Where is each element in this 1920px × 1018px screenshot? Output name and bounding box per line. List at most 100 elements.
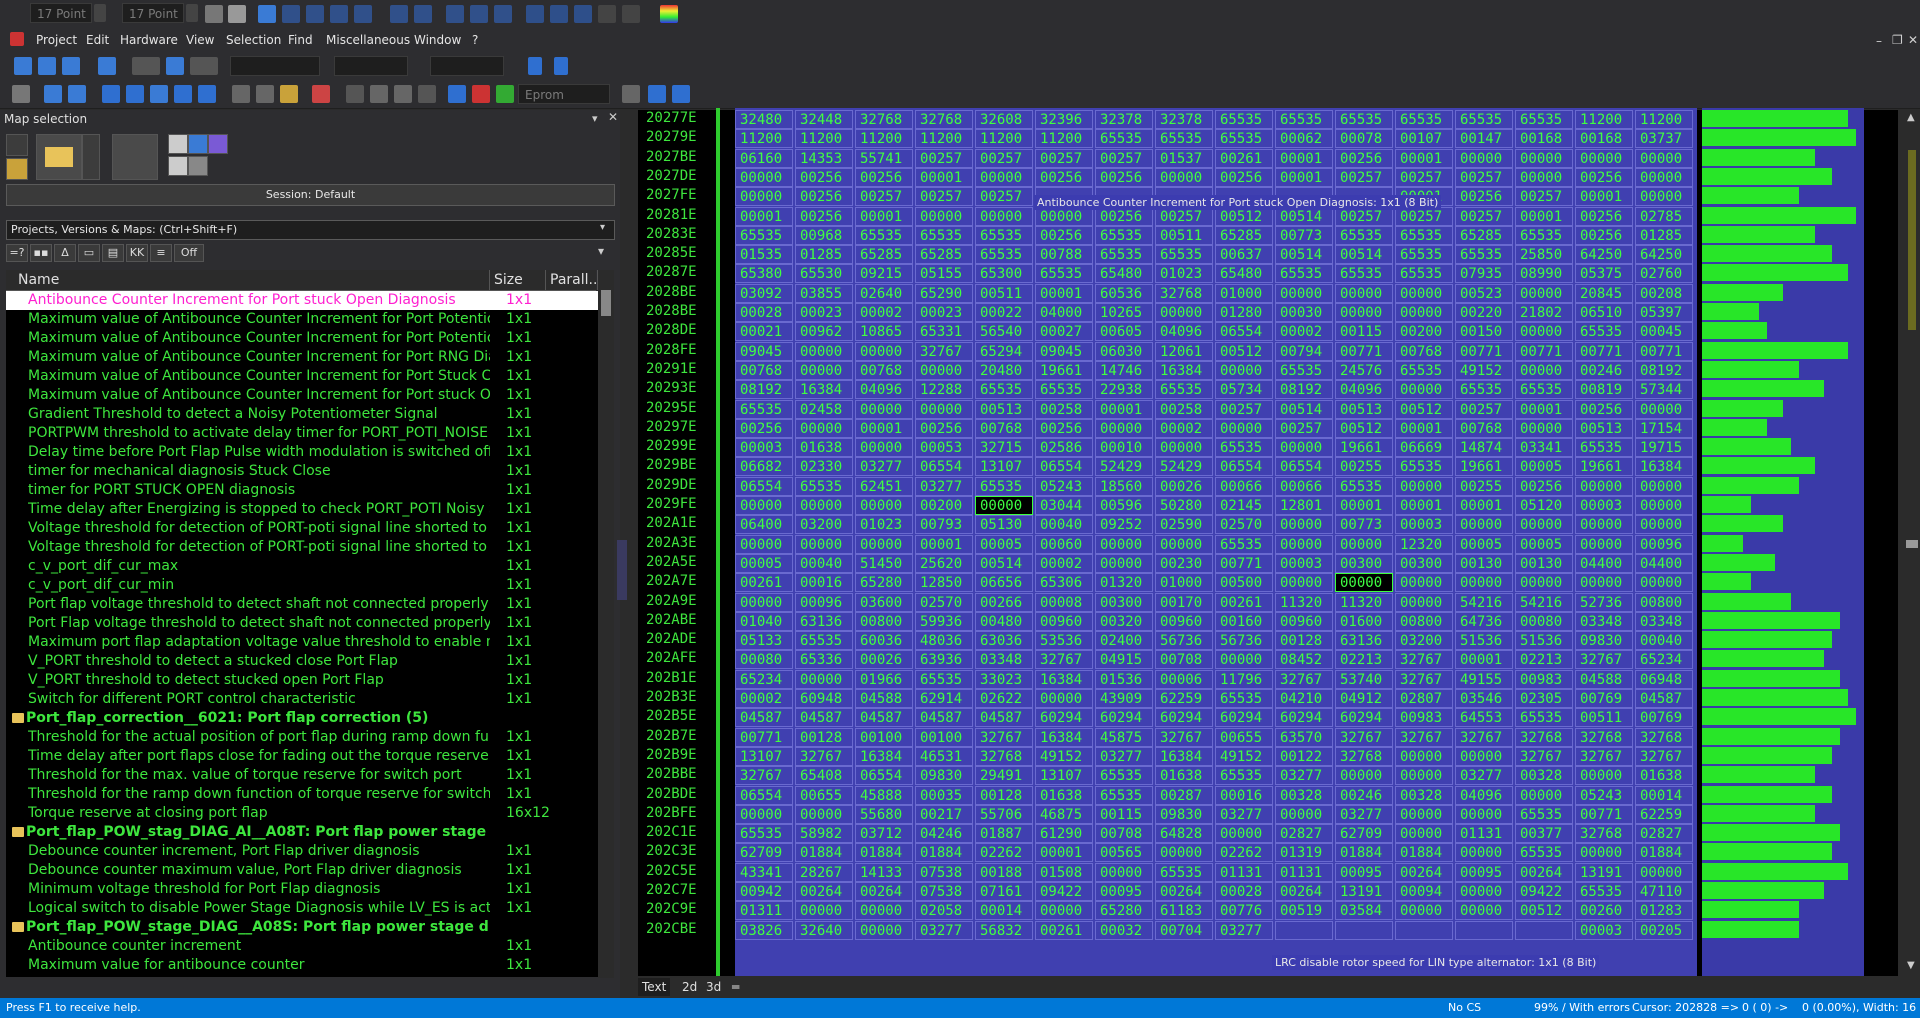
hex-cell[interactable]: 00000: [855, 438, 913, 458]
hex-cell[interactable]: 00005: [1455, 534, 1513, 554]
menu-help[interactable]: ?: [472, 30, 478, 50]
hex-cell[interactable]: 00800: [855, 611, 913, 631]
hex-cell[interactable]: 65535: [1215, 534, 1273, 554]
hex-cell[interactable]: 00255: [1455, 476, 1513, 496]
hex-cell[interactable]: 65535: [1155, 862, 1213, 882]
hex-cell[interactable]: 00256: [795, 167, 853, 187]
hex-cell[interactable]: [1455, 920, 1513, 940]
hex-cell[interactable]: 00001: [1095, 399, 1153, 419]
hex-cell[interactable]: 04210: [1275, 689, 1333, 708]
menu-view[interactable]: View: [186, 30, 214, 50]
chevron-down-icon[interactable]: ▾: [600, 222, 605, 233]
hex-cell[interactable]: 00000: [1635, 476, 1693, 496]
hex-cell[interactable]: 00200: [915, 496, 973, 515]
hex-cell[interactable]: 65234: [735, 669, 793, 689]
hex-cell[interactable]: 01320: [1095, 573, 1153, 593]
map-row[interactable]: Maximum value of Antibounce Counter Incr…: [6, 367, 598, 386]
hex-cell[interactable]: 03277: [915, 476, 973, 496]
hex-cell[interactable]: 00771: [1575, 341, 1633, 361]
hex-cell[interactable]: 00130: [1515, 553, 1573, 573]
map-group[interactable]: Port_flap_POW_stage_DIAG__A08S: Port fla…: [6, 918, 598, 937]
hex-cell[interactable]: 65300: [975, 264, 1033, 284]
hex-cell[interactable]: 19715: [1635, 438, 1693, 458]
hex-cell[interactable]: 51536: [1455, 631, 1513, 651]
hex-cell[interactable]: 00078: [1335, 129, 1393, 149]
hex-cell[interactable]: 00000: [1275, 804, 1333, 824]
hex-cell[interactable]: 00001: [855, 418, 913, 438]
hex-cell[interactable]: 61183: [1155, 901, 1213, 921]
hex-cell[interactable]: 09830: [1575, 631, 1633, 651]
hex-cell[interactable]: 01040: [735, 611, 793, 631]
hex-cell[interactable]: 51536: [1515, 631, 1573, 651]
hex-cell[interactable]: 00968: [795, 225, 853, 245]
hex-cell[interactable]: 03348: [1635, 611, 1693, 631]
hex-cell[interactable]: 20845: [1575, 283, 1633, 303]
hex-cell[interactable]: 00000: [1455, 148, 1513, 168]
hex-cell[interactable]: 09215: [855, 264, 913, 284]
hex-cell[interactable]: 00003: [1575, 496, 1633, 515]
hex-cell[interactable]: 00128: [975, 785, 1033, 805]
open-dropdown-button[interactable]: [82, 134, 100, 180]
new-file-button[interactable]: [6, 134, 28, 156]
hex-cell[interactable]: 00256: [855, 167, 913, 187]
hex-cell[interactable]: 65535: [915, 669, 973, 689]
hex-cell[interactable]: 32767: [1395, 727, 1453, 747]
hex-cell[interactable]: 65535: [1095, 785, 1153, 805]
spin-icon[interactable]: [94, 4, 106, 22]
hex-cell[interactable]: 00000: [855, 341, 913, 361]
map-row[interactable]: Gradient Threshold to detect a Noisy Pot…: [6, 405, 598, 424]
hex-cell[interactable]: 00000: [1395, 824, 1453, 844]
stack2-icon[interactable]: [394, 85, 412, 103]
spin-icon[interactable]: [186, 4, 198, 22]
hex-cell[interactable]: 00708: [1095, 824, 1153, 844]
hex-cell[interactable]: 00001: [1035, 283, 1093, 303]
hex-cell[interactable]: 05243: [1035, 476, 1093, 496]
export-icon[interactable]: [62, 57, 80, 75]
hex-cell[interactable]: 12320: [1395, 534, 1453, 554]
hex-cell[interactable]: 00256: [1575, 399, 1633, 419]
hex-cell[interactable]: 32767: [1515, 746, 1573, 766]
hex-cell[interactable]: 00511: [1155, 225, 1213, 245]
hex-cell[interactable]: 00000: [1095, 418, 1153, 438]
hex-cell[interactable]: 65336: [795, 650, 853, 670]
hex-cell[interactable]: 05397: [1635, 303, 1693, 322]
hex-cell[interactable]: 09045: [1035, 341, 1093, 361]
hex-cell[interactable]: 28267: [795, 862, 853, 882]
hex-cell[interactable]: 00257: [915, 148, 973, 168]
hex-cell[interactable]: 65535: [1215, 689, 1273, 708]
save-button[interactable]: [6, 158, 28, 180]
hex-cell[interactable]: 00328: [1275, 785, 1333, 805]
hex-cell[interactable]: 00066: [1275, 476, 1333, 496]
hex-cell[interactable]: 00264: [1275, 882, 1333, 901]
hex-cell[interactable]: 00000: [795, 804, 853, 824]
hex-cell[interactable]: 65535: [1395, 245, 1453, 265]
hex-cell[interactable]: 32767: [1035, 650, 1093, 670]
hex-cell[interactable]: 65535: [975, 380, 1033, 400]
forward-icon[interactable]: [418, 85, 436, 103]
hex-cell[interactable]: 00000: [855, 920, 913, 940]
hex-cell[interactable]: 00100: [855, 727, 913, 747]
hex-cell[interactable]: 08192: [735, 380, 793, 400]
column-parallel[interactable]: Parall...: [546, 270, 602, 290]
hex-cell[interactable]: 00256: [1515, 476, 1573, 496]
hex-cell[interactable]: 20480: [975, 360, 1033, 380]
hex-cell[interactable]: 02213: [1515, 650, 1573, 670]
hex-cell[interactable]: 65535: [1515, 225, 1573, 245]
hex-cell[interactable]: 00513: [975, 399, 1033, 419]
filter-button-1[interactable]: =?: [6, 244, 28, 262]
hex-cell[interactable]: 00514: [1275, 399, 1333, 419]
hex-cell[interactable]: 65535: [975, 245, 1033, 265]
menu-miscellaneous[interactable]: Miscellaneous: [326, 30, 410, 50]
hex-cell[interactable]: 00000: [1575, 573, 1633, 593]
hex-cell[interactable]: 00001: [1275, 148, 1333, 168]
hex-cell[interactable]: 00000: [1335, 303, 1393, 322]
menu-hardware[interactable]: Hardware: [120, 30, 178, 50]
map-row[interactable]: Delay time before Port Flap Pulse width …: [6, 443, 598, 462]
hex-cell[interactable]: 00000: [1095, 553, 1153, 573]
hex-cell[interactable]: 19661: [1035, 360, 1093, 380]
hex-cell[interactable]: 03737: [1635, 129, 1693, 149]
hex-cell[interactable]: 00512: [1335, 418, 1393, 438]
hex-cell[interactable]: 00002: [1155, 418, 1213, 438]
hex-cell[interactable]: 00257: [1455, 206, 1513, 226]
hex-cell[interactable]: 00053: [915, 438, 973, 458]
